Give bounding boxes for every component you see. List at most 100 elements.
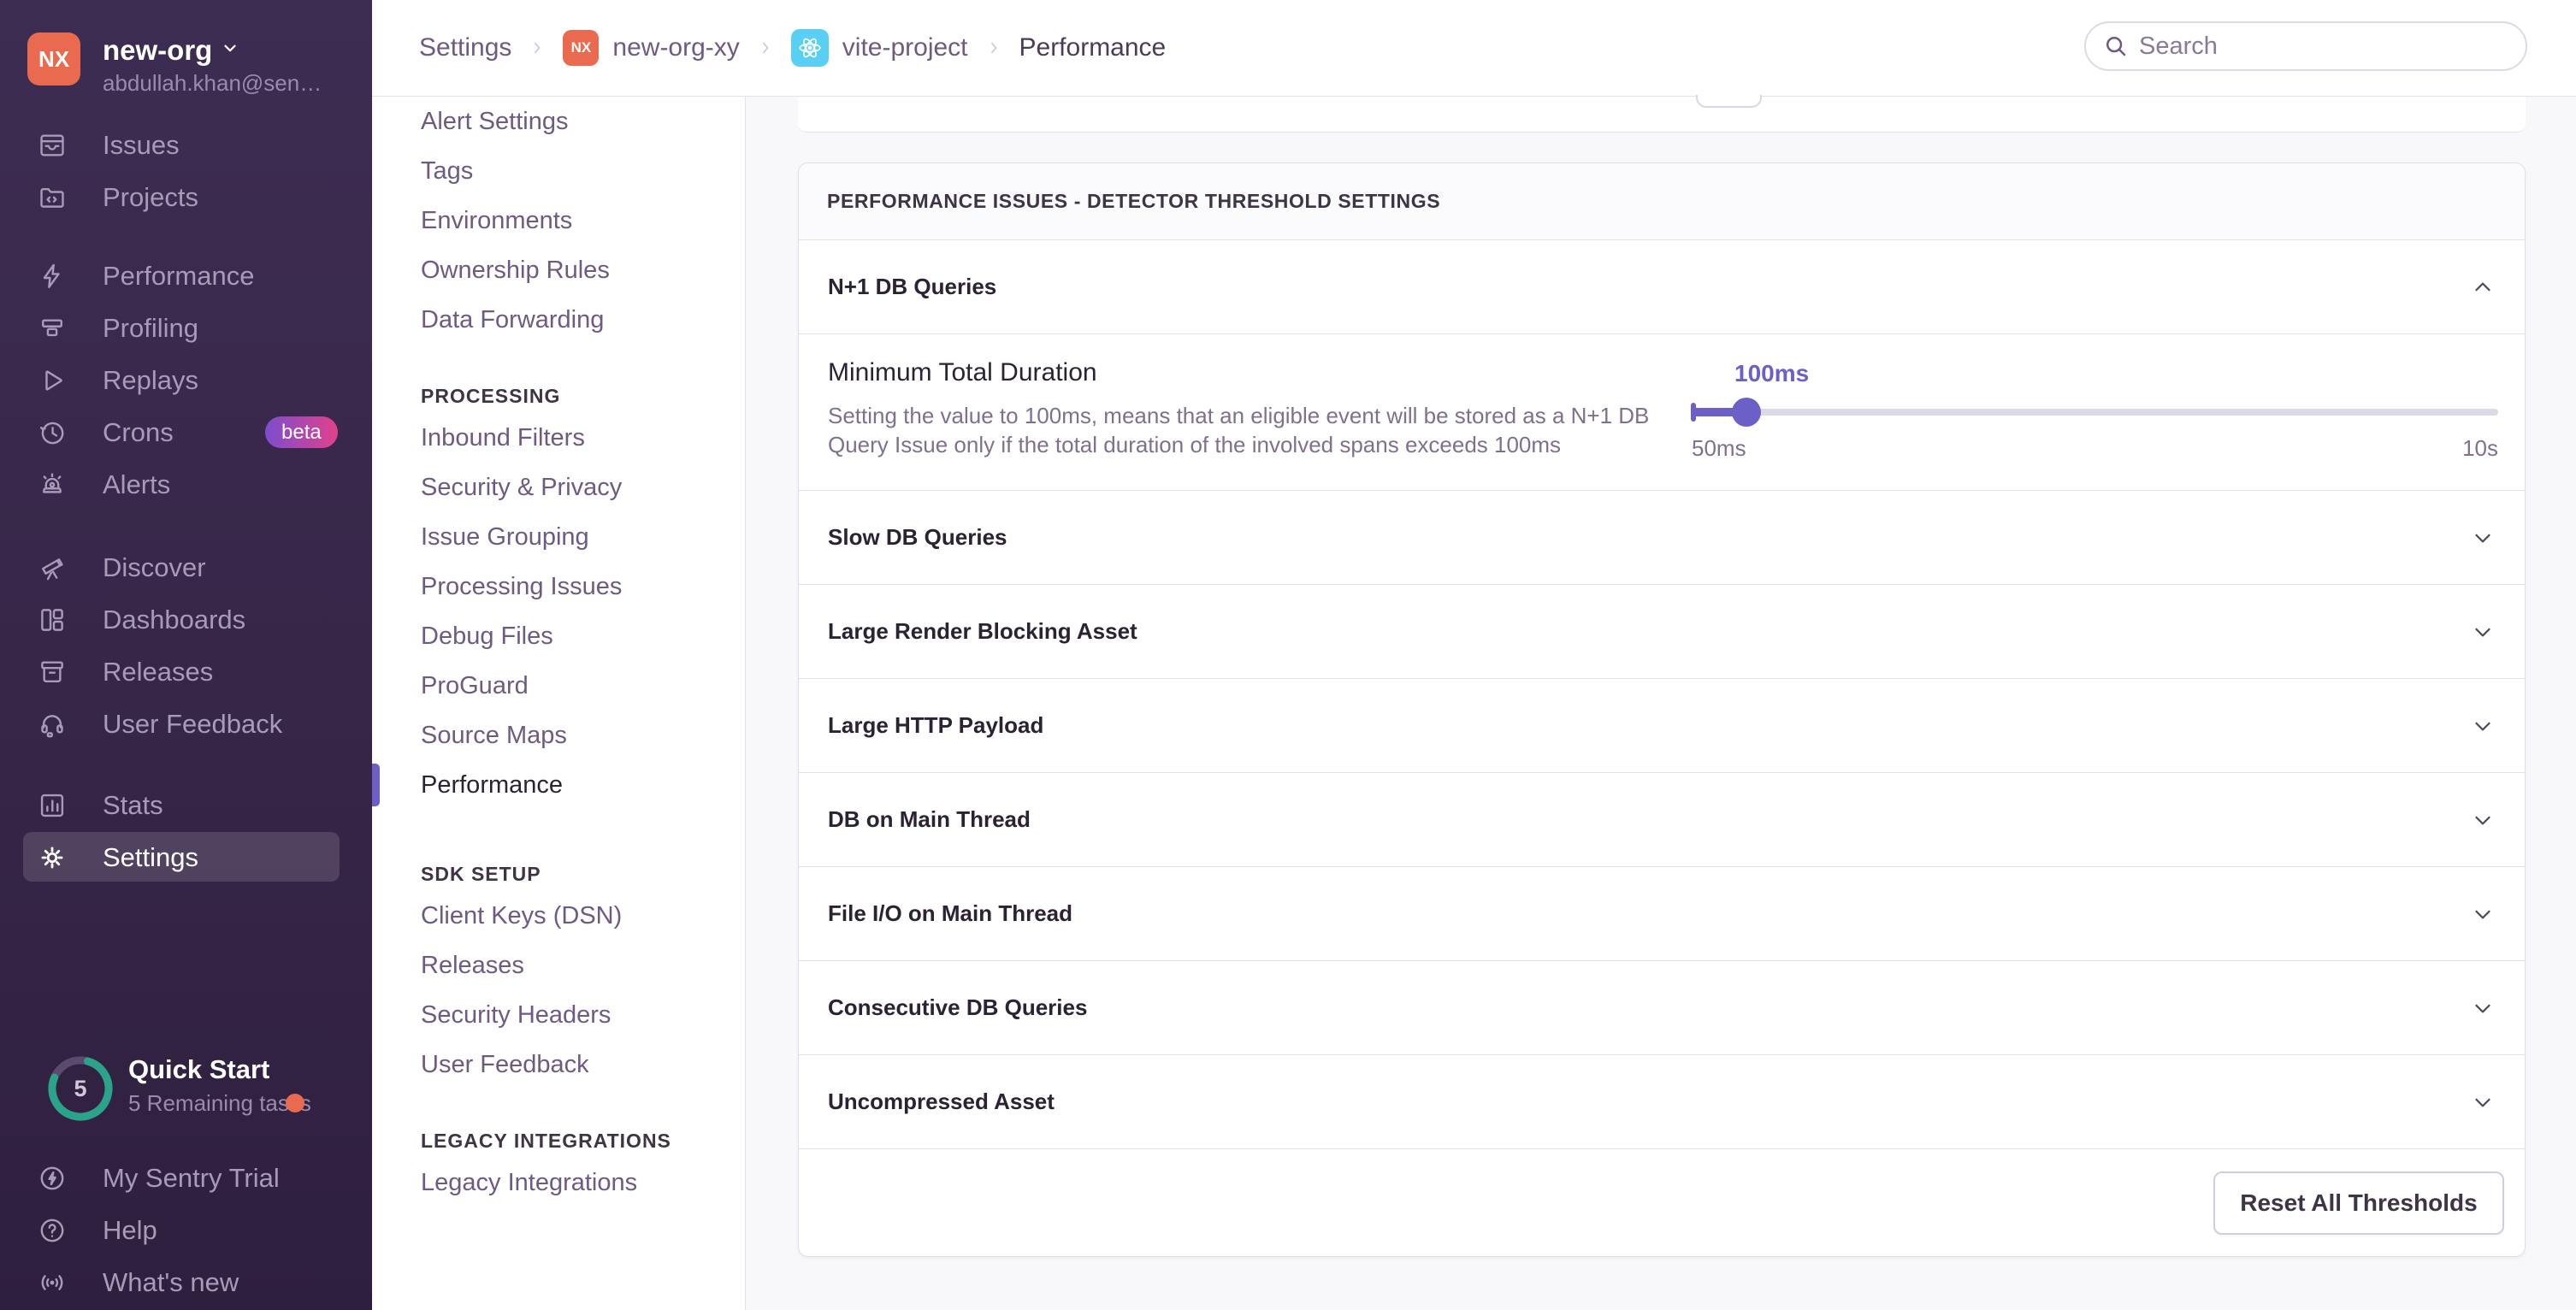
settings-nav-processing-issues[interactable]: Processing Issues — [372, 562, 745, 611]
sidebar-item-releases[interactable]: Releases — [0, 646, 372, 698]
sidebar-item-alerts[interactable]: Alerts — [0, 458, 372, 510]
row-consecutive-db-queries[interactable]: Consecutive DB Queries — [799, 960, 2525, 1054]
active-indicator-bar — [372, 764, 380, 806]
detector-threshold-panel: PERFORMANCE ISSUES - DETECTOR THRESHOLD … — [798, 162, 2526, 1257]
gear-icon — [38, 843, 67, 872]
row-db-on-main-thread[interactable]: DB on Main Thread — [799, 772, 2525, 866]
row-n1-db-queries[interactable]: N+1 DB Queries — [799, 240, 2525, 333]
reset-all-thresholds-button[interactable]: Reset All Thresholds — [2213, 1171, 2504, 1235]
sidebar-item-crons[interactable]: Crons beta — [0, 406, 372, 458]
row-label: File I/O on Main Thread — [828, 900, 1072, 927]
settings-nav-item-label: Performance — [421, 771, 563, 800]
settings-nav-client-keys[interactable]: Client Keys (DSN) — [372, 891, 745, 941]
breadcrumb-org-label: new-org-xy — [612, 33, 739, 62]
bar-chart-icon — [38, 791, 67, 820]
sidebar-item-help[interactable]: Help — [0, 1204, 372, 1256]
sidebar-item-label: Dashboards — [103, 605, 245, 635]
settings-nav-tags[interactable]: Tags — [372, 146, 745, 196]
chevron-down-icon[interactable] — [2470, 1089, 2496, 1115]
org-name-label: new-org — [103, 34, 212, 66]
lightning-icon — [38, 262, 67, 291]
sidebar-item-user-feedback[interactable]: User Feedback — [0, 698, 372, 750]
sidebar-item-stats[interactable]: Stats — [0, 779, 372, 831]
sidebar-item-profiling[interactable]: Profiling — [0, 302, 372, 354]
sidebar-item-whats-new[interactable]: What's new — [0, 1256, 372, 1308]
primary-sidebar: NX new-org abdullah.khan@sen… Issues Pro… — [0, 0, 372, 1310]
row-file-io-on-main-thread[interactable]: File I/O on Main Thread — [799, 866, 2525, 960]
broadcast-icon — [38, 1268, 67, 1297]
dashboard-grid-icon — [38, 605, 67, 634]
sidebar-item-label: Performance — [103, 261, 254, 292]
settings-nav-alert-settings[interactable]: Alert Settings — [372, 97, 745, 146]
settings-nav-data-forwarding[interactable]: Data Forwarding — [372, 295, 745, 345]
sidebar-item-label: My Sentry Trial — [103, 1163, 280, 1194]
org-email: abdullah.khan@sen… — [103, 70, 322, 97]
chevron-down-icon[interactable] — [2470, 807, 2496, 833]
sidebar-item-label: Alerts — [103, 469, 170, 500]
previous-card-partial — [798, 97, 2526, 133]
slider-value: 100ms — [1734, 360, 1809, 387]
bolt-circle-icon — [38, 1164, 67, 1193]
archive-box-icon — [38, 658, 67, 687]
settings-nav-user-feedback[interactable]: User Feedback — [372, 1040, 745, 1089]
settings-nav-inbound-filters[interactable]: Inbound Filters — [372, 413, 745, 463]
settings-nav-ownership-rules[interactable]: Ownership Rules — [372, 245, 745, 295]
quick-start[interactable]: 5 Quick Start 5 Remaining tasks — [0, 1053, 372, 1130]
org-badge: NX — [563, 30, 599, 66]
settings-nav-releases[interactable]: Releases — [372, 941, 745, 990]
chevron-up-icon[interactable] — [2470, 274, 2496, 300]
org-switcher[interactable]: NX new-org abdullah.khan@sen… — [27, 32, 352, 89]
slider-max-label: 10s — [2462, 435, 2498, 462]
chevron-down-icon[interactable] — [2470, 713, 2496, 739]
breadcrumb-project[interactable]: vite-project — [791, 29, 968, 67]
sidebar-item-label: Projects — [103, 182, 198, 213]
slider-min-label: 50ms — [1692, 435, 1746, 462]
chevron-down-icon[interactable] — [2470, 995, 2496, 1021]
sidebar-item-replays[interactable]: Replays — [0, 354, 372, 406]
chevron-down-icon[interactable] — [2470, 901, 2496, 927]
sidebar-item-label: Replays — [103, 365, 198, 396]
play-icon — [38, 366, 67, 395]
sidebar-item-discover[interactable]: Discover — [0, 541, 372, 593]
partial-pill-control — [1696, 95, 1762, 108]
chevron-down-icon[interactable] — [2470, 619, 2496, 645]
search-box[interactable] — [2084, 21, 2527, 71]
breadcrumb: Settings NX new-org-xy vite-project Perf… — [419, 0, 1166, 96]
search-input[interactable] — [2139, 32, 2481, 61]
settings-nav-performance[interactable]: Performance — [372, 760, 745, 810]
settings-nav-legacy-integrations[interactable]: Legacy Integrations — [372, 1158, 745, 1207]
sidebar-item-settings[interactable]: Settings — [0, 831, 372, 883]
breadcrumb-settings[interactable]: Settings — [419, 33, 511, 62]
row-label: Uncompressed Asset — [828, 1089, 1055, 1115]
quickstart-title: Quick Start — [128, 1054, 269, 1085]
settings-nav-proguard[interactable]: ProGuard — [372, 661, 745, 711]
chevron-down-icon[interactable] — [2470, 525, 2496, 551]
settings-nav-security-privacy[interactable]: Security & Privacy — [372, 463, 745, 512]
sidebar-item-my-sentry-trial[interactable]: My Sentry Trial — [0, 1152, 372, 1204]
sidebar-item-label: Issues — [103, 130, 180, 161]
field-description-line1: Setting the value to 100ms, means that a… — [828, 401, 1649, 430]
row-large-render-blocking-asset[interactable]: Large Render Blocking Asset — [799, 584, 2525, 678]
settings-nav-debug-files[interactable]: Debug Files — [372, 611, 745, 661]
row-slow-db-queries[interactable]: Slow DB Queries — [799, 490, 2525, 584]
sidebar-item-performance[interactable]: Performance — [0, 250, 372, 302]
org-avatar: NX — [27, 32, 80, 86]
slider-thumb[interactable] — [1732, 398, 1761, 427]
settings-nav-issue-grouping[interactable]: Issue Grouping — [372, 512, 745, 562]
folder-code-icon — [38, 183, 67, 212]
sidebar-item-label: Discover — [103, 552, 206, 583]
sidebar-item-label: What's new — [103, 1267, 239, 1298]
sidebar-item-issues[interactable]: Issues — [0, 119, 372, 171]
row-uncompressed-asset[interactable]: Uncompressed Asset — [799, 1054, 2525, 1148]
sidebar-item-dashboards[interactable]: Dashboards — [0, 593, 372, 646]
duration-slider: 100ms 50ms 10s — [1692, 334, 2498, 491]
row-large-http-payload[interactable]: Large HTTP Payload — [799, 678, 2525, 772]
primary-nav: Issues Projects Performance Profiling Re… — [0, 119, 372, 883]
page-header: Settings NX new-org-xy vite-project Perf… — [372, 0, 2576, 97]
slider-track[interactable] — [1692, 409, 2498, 416]
breadcrumb-org[interactable]: NX new-org-xy — [563, 30, 739, 66]
settings-nav-environments[interactable]: Environments — [372, 196, 745, 245]
settings-nav-security-headers[interactable]: Security Headers — [372, 990, 745, 1040]
sidebar-item-projects[interactable]: Projects — [0, 171, 372, 223]
settings-nav-source-maps[interactable]: Source Maps — [372, 711, 745, 760]
